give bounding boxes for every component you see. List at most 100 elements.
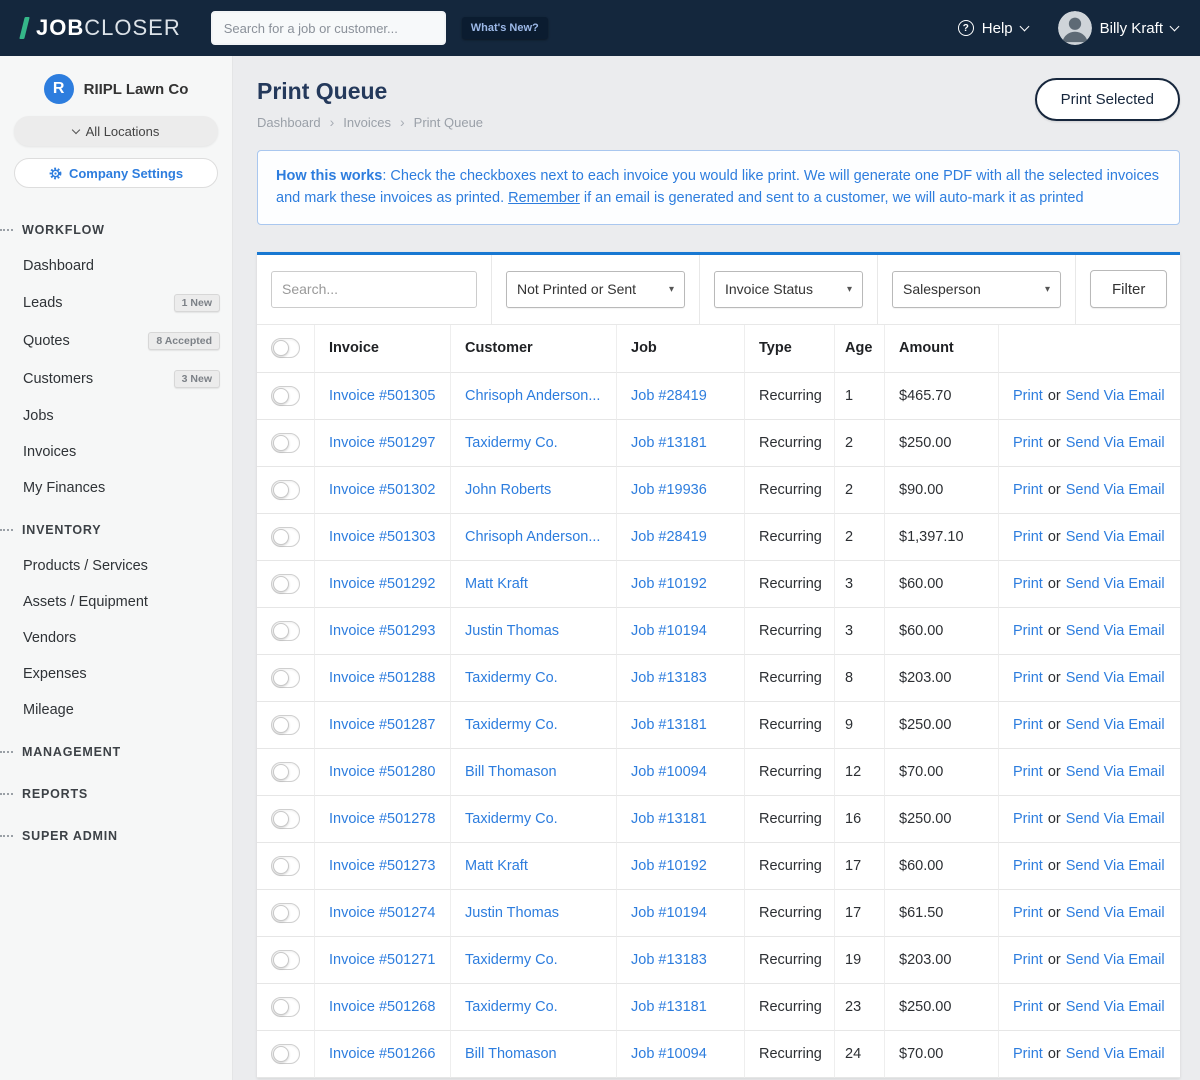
print-link[interactable]: Print — [1013, 717, 1043, 733]
customer-link[interactable]: Taxidermy Co. — [465, 670, 558, 686]
customer-link[interactable]: Bill Thomason — [465, 764, 557, 780]
filter-button[interactable]: Filter — [1090, 270, 1168, 309]
job-link[interactable]: Job #10194 — [631, 623, 707, 639]
customer-link[interactable]: Taxidermy Co. — [465, 717, 558, 733]
invoice-link[interactable]: Invoice #501302 — [329, 482, 435, 498]
sidebar-item-mileage[interactable]: Mileage — [0, 692, 232, 728]
send-via-email-link[interactable]: Send Via Email — [1066, 388, 1165, 404]
row-select-toggle[interactable] — [271, 808, 300, 829]
invoice-link[interactable]: Invoice #501305 — [329, 388, 435, 404]
all-locations-dropdown[interactable]: All Locations — [14, 116, 218, 146]
global-search-input[interactable] — [210, 11, 446, 45]
send-via-email-link[interactable]: Send Via Email — [1066, 858, 1165, 874]
send-via-email-link[interactable]: Send Via Email — [1066, 529, 1165, 545]
row-select-toggle[interactable] — [271, 855, 300, 876]
print-selected-button[interactable]: Print Selected — [1034, 78, 1180, 121]
customer-link[interactable]: Chrisoph Anderson... — [465, 529, 600, 545]
help-menu[interactable]: ? Help — [957, 20, 1030, 37]
job-link[interactable]: Job #13183 — [631, 670, 707, 686]
sidebar-item-products-services[interactable]: Products / Services — [0, 548, 232, 584]
job-link[interactable]: Job #10094 — [631, 764, 707, 780]
row-select-toggle[interactable] — [271, 432, 300, 453]
select-all-toggle[interactable] — [271, 338, 300, 359]
job-link[interactable]: Job #10194 — [631, 905, 707, 921]
job-link[interactable]: Job #10094 — [631, 1046, 707, 1062]
table-search-input[interactable] — [271, 270, 477, 308]
print-link[interactable]: Print — [1013, 1046, 1043, 1062]
row-select-toggle[interactable] — [271, 996, 300, 1017]
send-via-email-link[interactable]: Send Via Email — [1066, 435, 1165, 451]
sidebar-item-invoices[interactable]: Invoices — [0, 434, 232, 470]
send-via-email-link[interactable]: Send Via Email — [1066, 952, 1165, 968]
send-via-email-link[interactable]: Send Via Email — [1066, 764, 1165, 780]
sidebar-item-dashboard[interactable]: Dashboard — [0, 248, 232, 284]
customer-link[interactable]: Taxidermy Co. — [465, 435, 558, 451]
row-select-toggle[interactable] — [271, 949, 300, 970]
sidebar-item-jobs[interactable]: Jobs — [0, 398, 232, 434]
job-link[interactable]: Job #13181 — [631, 811, 707, 827]
row-select-toggle[interactable] — [271, 761, 300, 782]
invoice-link[interactable]: Invoice #501280 — [329, 764, 435, 780]
customer-link[interactable]: Chrisoph Anderson... — [465, 388, 600, 404]
invoice-link[interactable]: Invoice #501278 — [329, 811, 435, 827]
breadcrumb-invoices[interactable]: Invoices — [343, 115, 391, 130]
job-link[interactable]: Job #13183 — [631, 952, 707, 968]
customer-link[interactable]: Justin Thomas — [465, 905, 559, 921]
print-link[interactable]: Print — [1013, 576, 1043, 592]
print-link[interactable]: Print — [1013, 905, 1043, 921]
job-link[interactable]: Job #13181 — [631, 435, 707, 451]
user-menu[interactable]: Billy Kraft — [1057, 11, 1180, 45]
invoice-link[interactable]: Invoice #501287 — [329, 717, 435, 733]
print-link[interactable]: Print — [1013, 811, 1043, 827]
print-link[interactable]: Print — [1013, 999, 1043, 1015]
invoice-status-select[interactable]: Invoice Status ▾ — [714, 270, 863, 308]
print-link[interactable]: Print — [1013, 388, 1043, 404]
job-link[interactable]: Job #13181 — [631, 717, 707, 733]
invoice-link[interactable]: Invoice #501297 — [329, 435, 435, 451]
invoice-link[interactable]: Invoice #501292 — [329, 576, 435, 592]
sidebar-item-assets-equipment[interactable]: Assets / Equipment — [0, 584, 232, 620]
company-block[interactable]: R RIIPL Lawn Co — [0, 74, 232, 104]
print-link[interactable]: Print — [1013, 858, 1043, 874]
customer-link[interactable]: Taxidermy Co. — [465, 811, 558, 827]
row-select-toggle[interactable] — [271, 667, 300, 688]
send-via-email-link[interactable]: Send Via Email — [1066, 1046, 1165, 1062]
send-via-email-link[interactable]: Send Via Email — [1066, 670, 1165, 686]
sidebar-item-my-finances[interactable]: My Finances — [0, 470, 232, 506]
print-link[interactable]: Print — [1013, 435, 1043, 451]
customer-link[interactable]: Matt Kraft — [465, 576, 528, 592]
job-link[interactable]: Job #13181 — [631, 999, 707, 1015]
sidebar-section-header[interactable]: SUPER ADMIN — [0, 818, 232, 854]
print-link[interactable]: Print — [1013, 952, 1043, 968]
app-logo[interactable]: JOB CLOSER — [19, 15, 181, 41]
sidebar-section-header[interactable]: INVENTORY — [0, 512, 232, 548]
customer-link[interactable]: Bill Thomason — [465, 1046, 557, 1062]
row-select-toggle[interactable] — [271, 714, 300, 735]
salesperson-select[interactable]: Salesperson ▾ — [892, 270, 1061, 308]
job-link[interactable]: Job #10192 — [631, 576, 707, 592]
customer-link[interactable]: Matt Kraft — [465, 858, 528, 874]
invoice-link[interactable]: Invoice #501274 — [329, 905, 435, 921]
send-via-email-link[interactable]: Send Via Email — [1066, 905, 1165, 921]
sidebar-item-leads[interactable]: Leads 1 New — [0, 284, 232, 322]
send-via-email-link[interactable]: Send Via Email — [1066, 717, 1165, 733]
invoice-link[interactable]: Invoice #501293 — [329, 623, 435, 639]
company-settings-button[interactable]: Company Settings — [14, 158, 218, 188]
job-link[interactable]: Job #10192 — [631, 858, 707, 874]
print-link[interactable]: Print — [1013, 482, 1043, 498]
invoice-link[interactable]: Invoice #501268 — [329, 999, 435, 1015]
send-via-email-link[interactable]: Send Via Email — [1066, 999, 1165, 1015]
sidebar-item-quotes[interactable]: Quotes 8 Accepted — [0, 322, 232, 360]
customer-link[interactable]: John Roberts — [465, 482, 551, 498]
print-link[interactable]: Print — [1013, 764, 1043, 780]
invoice-link[interactable]: Invoice #501266 — [329, 1046, 435, 1062]
sidebar-section-header[interactable]: WORKFLOW — [0, 212, 232, 248]
invoice-link[interactable]: Invoice #501271 — [329, 952, 435, 968]
row-select-toggle[interactable] — [271, 479, 300, 500]
sidebar-item-customers[interactable]: Customers 3 New — [0, 360, 232, 398]
row-select-toggle[interactable] — [271, 385, 300, 406]
invoice-link[interactable]: Invoice #501273 — [329, 858, 435, 874]
breadcrumb-dashboard[interactable]: Dashboard — [257, 115, 321, 130]
sidebar-item-expenses[interactable]: Expenses — [0, 656, 232, 692]
customer-link[interactable]: Taxidermy Co. — [465, 952, 558, 968]
